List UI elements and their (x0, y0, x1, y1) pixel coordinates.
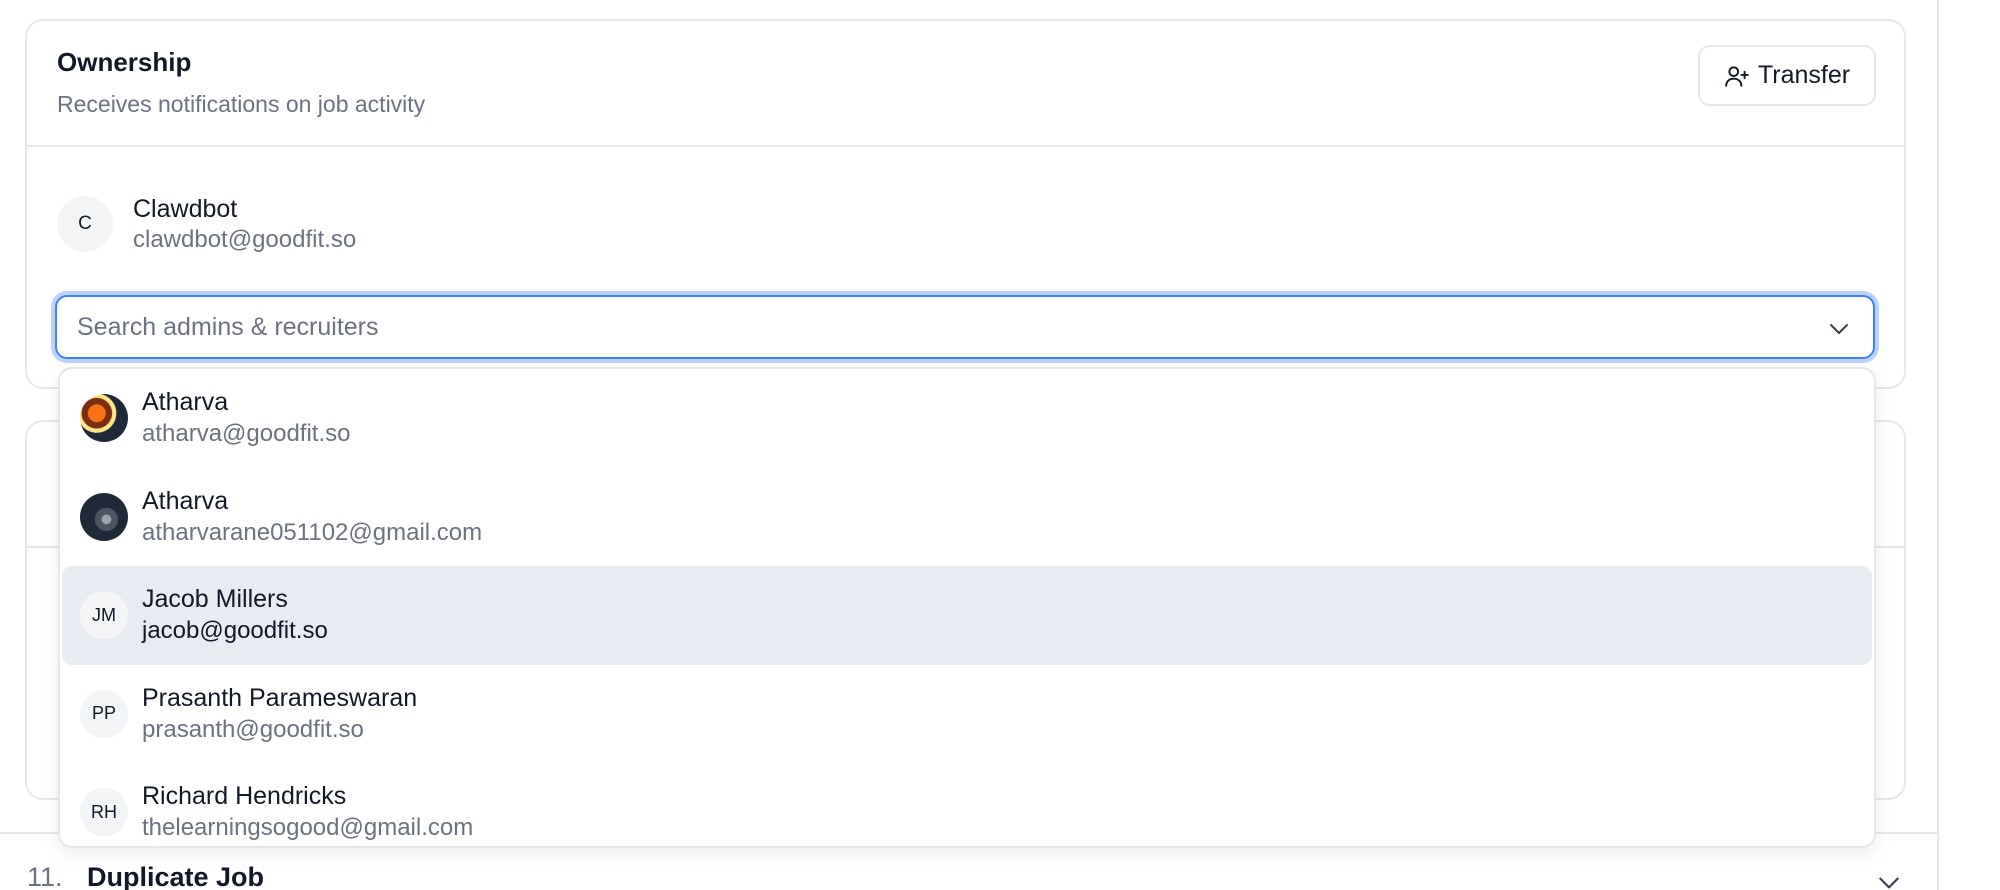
owner-info: Clawdbot clawdbot@goodfit.so (133, 193, 356, 255)
avatar: JM (80, 591, 128, 640)
avatar (80, 492, 128, 541)
option-email: atharva@goodfit.so (142, 420, 351, 448)
option-info: Prasanth Parameswaran prasanth@goodfit.s… (142, 682, 417, 746)
owner-options-listbox: Atharva atharva@goodfit.so Atharva athar… (58, 367, 1876, 848)
chevron-down-icon[interactable] (1876, 870, 1902, 890)
option-name: Atharva (142, 486, 229, 515)
owner-search-combobox[interactable] (55, 295, 1875, 359)
option-name: Atharva (142, 388, 229, 417)
option-name: Jacob Millers (142, 585, 288, 614)
ownership-header: Ownership Receives notifications on job … (27, 21, 1904, 147)
option-email: thelearningsogood@gmail.com (142, 814, 474, 842)
option-info: Jacob Millers jacob@goodfit.so (142, 583, 328, 647)
ownership-title: Ownership (57, 47, 192, 77)
option-email: jacob@goodfit.so (142, 617, 328, 645)
option-email: prasanth@goodfit.so (142, 715, 364, 743)
ownership-subtitle: Receives notifications on job activity (57, 91, 426, 117)
owner-name: Clawdbot (133, 195, 238, 223)
option-prasanth-parameswaran[interactable]: PP Prasanth Parameswaran prasanth@goodfi… (62, 665, 1872, 764)
user-plus-icon (1725, 65, 1749, 87)
option-atharva-gmail[interactable]: Atharva atharvarane051102@gmail.com (62, 468, 1872, 567)
section-number: 11. (27, 862, 63, 890)
current-owner: C Clawdbot clawdbot@goodfit.so (57, 193, 356, 255)
option-name: Richard Hendricks (142, 782, 347, 811)
transfer-label: Transfer (1757, 61, 1851, 89)
option-info: Atharva atharva@goodfit.so (142, 386, 351, 450)
avatar (80, 394, 128, 443)
page-divider (1937, 0, 1939, 890)
option-name: Prasanth Parameswaran (142, 683, 418, 712)
option-atharva[interactable]: Atharva atharva@goodfit.so (62, 369, 1872, 468)
avatar: PP (80, 689, 128, 738)
option-richard-hendricks[interactable]: RH Richard Hendricks thelearningsogood@g… (62, 763, 1872, 846)
option-email: atharvarane051102@gmail.com (142, 518, 483, 546)
owner-email: clawdbot@goodfit.so (133, 226, 357, 253)
avatar: C (57, 196, 113, 252)
option-info: Richard Hendricks thelearningsogood@gmai… (142, 780, 473, 844)
search-input[interactable] (77, 307, 1797, 347)
avatar: RH (80, 788, 128, 837)
chevron-down-icon[interactable] (1827, 317, 1851, 341)
section-title: Duplicate Job (87, 862, 265, 890)
transfer-button[interactable]: Transfer (1698, 45, 1876, 106)
option-jacob-millers[interactable]: JM Jacob Millers jacob@goodfit.so (62, 566, 1872, 665)
option-info: Atharva atharvarane051102@gmail.com (142, 485, 482, 549)
